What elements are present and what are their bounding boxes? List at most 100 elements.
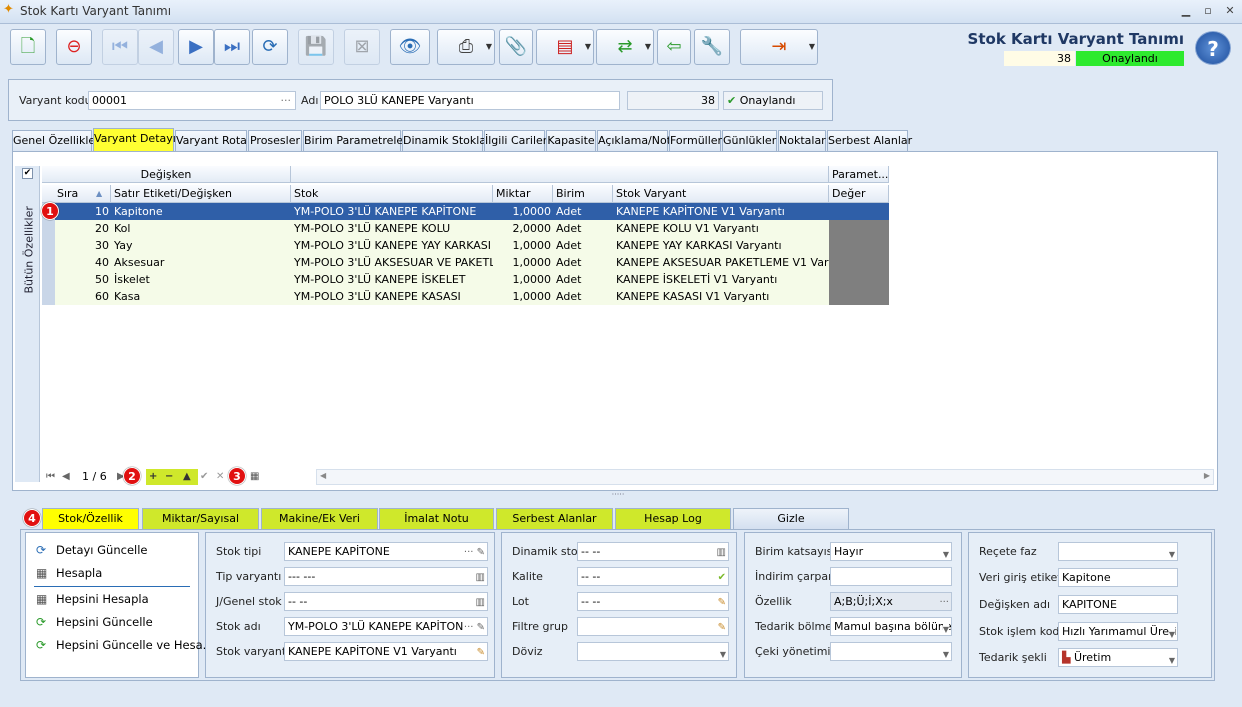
ceki-yonetimi-select[interactable]: ▼ (830, 642, 952, 661)
cell-deger[interactable] (829, 220, 889, 237)
cell-etiket[interactable]: Aksesuar (111, 254, 291, 271)
cell-varyant[interactable]: KANEPE YAY KARKASI Varyantı (613, 237, 829, 254)
list-icon[interactable]: ▥ (476, 594, 485, 610)
stok-varyanti-input[interactable]: KANEPE KAPİTONE V1 Varyantı ✎ (284, 642, 488, 661)
prev-record-button[interactable]: ◀ (138, 29, 174, 65)
table-row[interactable]: 60 Kasa YM-POLO 3'LÜ KANEPE KASASI 1,000… (42, 288, 889, 305)
birim-katsayisi-select[interactable]: Hayır ▼ (830, 542, 952, 561)
cell-stok[interactable]: YM-POLO 3'LÜ AKSESUAR VE PAKETLEME (291, 254, 493, 271)
lookup-icon[interactable]: ··· (939, 594, 949, 610)
grid-settings-icon[interactable]: ▦ (250, 467, 259, 487)
list-icon[interactable]: ▥ (476, 569, 485, 585)
tag-icon[interactable]: ✎ (718, 594, 726, 610)
lot-input[interactable]: -- -- ✎ (577, 592, 729, 611)
chevron-down-icon[interactable]: ▼ (943, 646, 949, 660)
tedarik-sekli-select[interactable]: ▙ Üretim ▼ (1058, 648, 1178, 667)
chevron-down-icon[interactable]: ▼ (943, 546, 949, 560)
chevron-down-icon[interactable]: ▼ (1169, 546, 1175, 560)
cell-stok[interactable]: YM-POLO 3'LÜ KANEPE KASASI (291, 288, 493, 305)
move-up-icon[interactable]: ▲ (183, 467, 191, 487)
cell-birim[interactable]: Adet (553, 271, 613, 288)
update-calc-all-action[interactable]: Hepsini Güncelle ve Hesa... (56, 638, 214, 652)
stok-islem-kodu-select[interactable]: Hızlı Yarımamul Üretir ▼ (1058, 622, 1178, 641)
horizontal-scrollbar[interactable]: ◀ ▶ (316, 469, 1214, 485)
cell-varyant[interactable]: KANEPE KASASI V1 Varyantı (613, 288, 829, 305)
detail-update-action[interactable]: Detayı Güncelle (56, 543, 148, 557)
tab-prosesler[interactable]: Prosesler (248, 130, 302, 151)
cell-etiket[interactable]: Kasa (111, 288, 291, 305)
table-row[interactable]: 30 Yay YM-POLO 3'LÜ KANEPE YAY KARKASI 1… (42, 237, 889, 254)
name-input[interactable]: POLO 3LÜ KANEPE Varyantı (320, 91, 620, 110)
cell-miktar[interactable]: 1,0000 (493, 203, 553, 220)
cell-etiket[interactable]: Kol (111, 220, 291, 237)
col-satir-etiketi[interactable]: Satır Etiketi/Değişken (111, 185, 291, 203)
attach-button[interactable]: 📎 (499, 29, 533, 65)
cell-stok[interactable]: YM-POLO 3'LÜ KANEPE KAPİTONE (291, 203, 493, 220)
cell-sira[interactable]: 50 (55, 271, 111, 288)
indirim-carpani-input[interactable] (830, 567, 952, 586)
save-button[interactable]: 💾 (298, 29, 334, 65)
tab-makine-ek-veri[interactable]: Makine/Ek Veri (261, 508, 378, 529)
maximize-button[interactable]: ▫ (1198, 3, 1218, 19)
tab-imalat-notu[interactable]: İmalat Notu (379, 508, 494, 529)
import-button[interactable]: ⇄ ▼ (596, 29, 654, 65)
cell-sira[interactable]: 60 (55, 288, 111, 305)
tab-miktar-sayisal[interactable]: Miktar/Sayısal (142, 508, 259, 529)
kalite-input[interactable]: -- -- ✔ (577, 567, 729, 586)
col-stok-varyant[interactable]: Stok Varyant (613, 185, 829, 203)
tab-serbest-alanlar[interactable]: Serbest Alanlar (827, 130, 912, 151)
calculate-all-action[interactable]: Hepsini Hesapla (56, 592, 149, 606)
cell-birim[interactable]: Adet (553, 220, 613, 237)
edit-icon[interactable]: ··· ✎ (463, 619, 485, 635)
tab-varyant-rota[interactable]: Varyant Rota (175, 130, 247, 151)
cell-varyant[interactable]: KANEPE AKSESUAR PAKETLEME V1 Varyantı (613, 254, 829, 271)
lookup-icon[interactable]: ··· (281, 92, 292, 109)
chevron-down-icon[interactable]: ▼ (1168, 626, 1175, 640)
cell-sira[interactable]: 30 (55, 237, 111, 254)
cell-birim[interactable]: Adet (553, 288, 613, 305)
table-row[interactable]: 40 Aksesuar YM-POLO 3'LÜ AKSESUAR VE PAK… (42, 254, 889, 271)
scroll-right-icon[interactable]: ▶ (1204, 471, 1210, 480)
help-button[interactable]: ? (1195, 31, 1231, 65)
list-icon[interactable]: ▥ (717, 544, 726, 560)
cell-deger[interactable] (829, 254, 889, 271)
cell-miktar[interactable]: 1,0000 (493, 271, 553, 288)
degisken-adi-input[interactable]: KAPITONE (1058, 595, 1178, 614)
tab-birim-parametreleri[interactable]: Birim Parametreleri (303, 130, 411, 151)
save-close-button[interactable]: ⊠ (344, 29, 380, 65)
col-deger[interactable]: Değer (829, 185, 889, 203)
nav-first-icon[interactable]: ⏮ (46, 467, 55, 487)
col-sira[interactable]: Sıra ▲ (42, 185, 111, 203)
recete-faz-select[interactable]: ▼ (1058, 542, 1178, 561)
chevron-down-icon[interactable]: ▼ (942, 621, 949, 635)
remove-row-icon[interactable]: − (165, 467, 173, 487)
table-row[interactable]: 10 Kapitone YM-POLO 3'LÜ KANEPE KAPİTONE… (42, 203, 889, 220)
cell-miktar[interactable]: 2,0000 (493, 220, 553, 237)
chevron-down-icon[interactable]: ▼ (1169, 652, 1175, 666)
new-record-button[interactable]: 🗋 (10, 29, 46, 65)
update-all-action[interactable]: Hepsini Güncelle (56, 615, 153, 629)
tab-serbest-alanlar-bottom[interactable]: Serbest Alanlar (496, 508, 613, 529)
cell-birim[interactable]: Adet (553, 203, 613, 220)
cell-miktar[interactable]: 1,0000 (493, 237, 553, 254)
tab-gunlukler[interactable]: Günlükler (722, 130, 777, 151)
cell-miktar[interactable]: 1,0000 (493, 254, 553, 271)
tab-aciklama-not[interactable]: Açıklama/Not (597, 130, 671, 151)
add-row-icon[interactable]: + (149, 467, 157, 487)
cell-stok[interactable]: YM-POLO 3'LÜ KANEPE KOLU (291, 220, 493, 237)
minimize-button[interactable]: ▁ (1176, 3, 1196, 19)
tab-formuller[interactable]: Formüller (669, 130, 722, 151)
check-list-icon[interactable]: ✔ (718, 569, 726, 585)
scroll-left-icon[interactable]: ◀ (320, 471, 326, 480)
table-row[interactable]: 20 Kol YM-POLO 3'LÜ KANEPE KOLU 2,0000 A… (42, 220, 889, 237)
delete-record-button[interactable]: ⊖ (56, 29, 92, 65)
veri-giris-etiketi-input[interactable]: Kapitone (1058, 568, 1178, 587)
export-pdf-button[interactable]: ▤ ▼ (536, 29, 594, 65)
filtre-grup-input[interactable]: ✎ (577, 617, 729, 636)
cell-stok[interactable]: YM-POLO 3'LÜ KANEPE YAY KARKASI (291, 237, 493, 254)
cell-sira[interactable]: 20 (55, 220, 111, 237)
cell-deger[interactable] (829, 271, 889, 288)
next-record-button[interactable]: ▶ (178, 29, 214, 65)
cell-varyant[interactable]: KANEPE KOLU V1 Varyantı (613, 220, 829, 237)
last-record-button[interactable]: ⏭ (214, 29, 250, 65)
